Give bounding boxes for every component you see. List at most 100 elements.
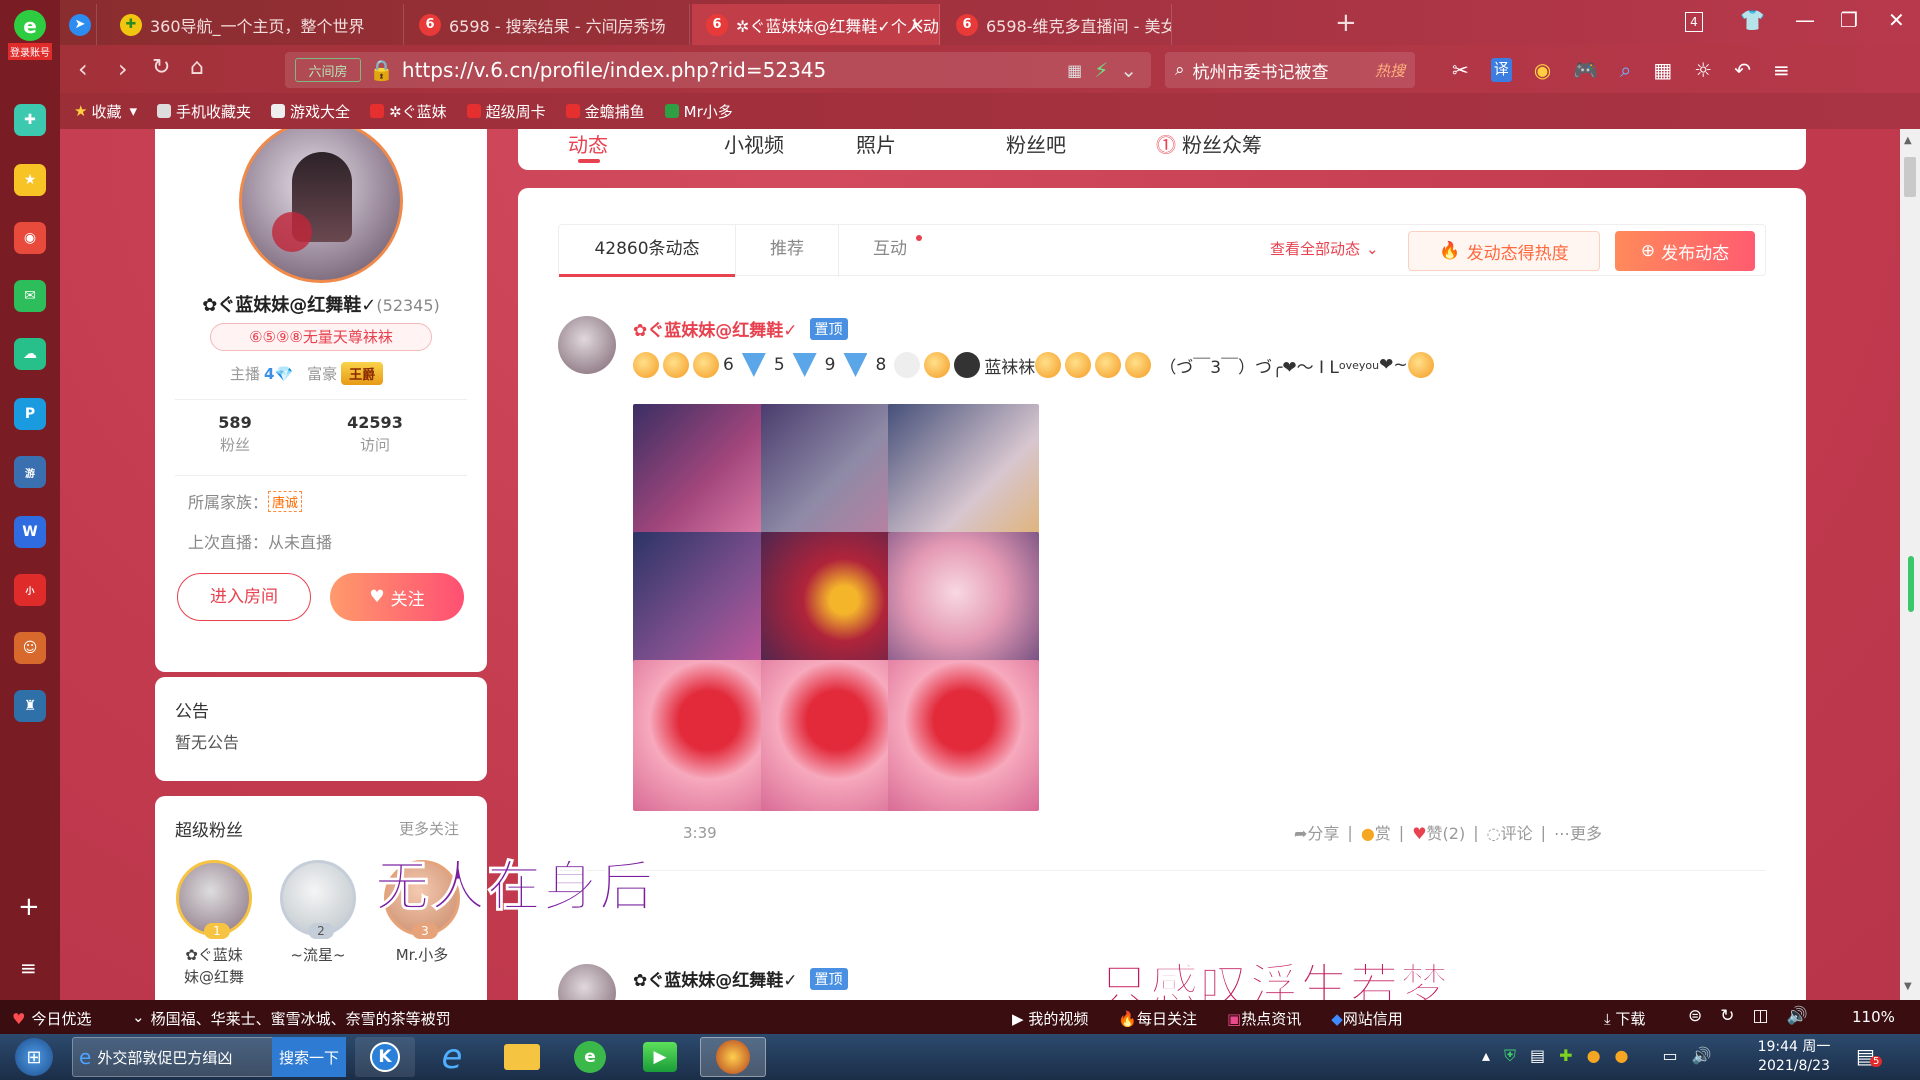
taskbar-game-active[interactable] <box>700 1037 766 1077</box>
shirt-skin-icon[interactable]: 👕 <box>1740 8 1765 32</box>
plus-app-icon[interactable]: ✚ <box>14 104 46 136</box>
more-action[interactable]: ⋯更多 <box>1554 820 1602 844</box>
qr-grid-icon[interactable]: ▦ <box>1067 61 1082 80</box>
coin-icon[interactable]: ◉ <box>1534 58 1551 82</box>
hot-post-button[interactable]: 🔥 发动态得热度 <box>1408 231 1600 271</box>
qq2-icon[interactable]: ● <box>1615 1046 1629 1066</box>
post-author[interactable]: ✿ぐ蓝妹妹@红舞鞋✓ <box>633 316 798 341</box>
family-badge[interactable]: 唐诚 <box>268 490 303 512</box>
publish-button[interactable]: ⊕ 发布动态 <box>1615 231 1755 271</box>
scroll-up-icon[interactable]: ▲ <box>1904 135 1912 146</box>
word-doc-icon[interactable]: W <box>14 516 46 548</box>
feed-tab-all[interactable]: 42860条动态 <box>559 225 735 277</box>
ie-search-input[interactable]: e 外交部敦促巴方缉凶 <box>72 1037 280 1077</box>
home-icon[interactable]: ⌂ <box>190 55 204 80</box>
notification-center[interactable]: ▤ 5 <box>1856 1044 1886 1070</box>
address-bar[interactable]: 六间房 🔒 https://v.6.cn/profile/index.php?r… <box>285 52 1151 88</box>
superfan-2[interactable]: 2 ~流星~ <box>279 860 357 965</box>
refresh-icon[interactable]: ↻ <box>152 55 170 80</box>
tab-profile-active[interactable]: 6 ✲ぐ蓝妹妹@红舞鞋✓个人动态 × <box>692 4 940 45</box>
apps-grid-icon[interactable]: ▦ <box>1653 58 1672 82</box>
taskbar-ie[interactable]: e <box>422 1037 482 1077</box>
login-account-button[interactable]: e 登录账号 <box>8 10 52 60</box>
scroll-down-icon[interactable]: ▼ <box>1904 981 1912 992</box>
lightning-icon[interactable]: ⚡ <box>1094 58 1108 82</box>
tab-crowdfunding[interactable]: ⓵ 粉丝众筹 <box>1156 129 1262 158</box>
video-app-icon[interactable]: 小 <box>14 574 46 606</box>
like-action[interactable]: ♥赞(2) <box>1412 820 1465 844</box>
menu-icon[interactable]: ≡ <box>1773 58 1790 82</box>
refresh-icon[interactable]: ↻ <box>1720 1006 1734 1026</box>
fan-badge[interactable]: ⑥⑤⑨⑧无量天尊袜袜 <box>210 323 432 351</box>
back-icon[interactable]: ‹ <box>78 55 88 83</box>
bookmark-weekcard[interactable]: 超级周卡 <box>466 101 546 122</box>
tab-short-videos[interactable]: 小视频 <box>724 129 784 158</box>
close-tab-icon[interactable]: × <box>910 14 925 35</box>
plus-tray-icon[interactable]: ✚ <box>1559 1046 1572 1066</box>
p-app-icon[interactable]: P <box>14 398 46 430</box>
taskbar-explorer[interactable] <box>492 1037 552 1077</box>
superfan-1[interactable]: 1 ✿ぐ蓝妹 妹@红舞 <box>175 860 253 988</box>
side-slider-handle[interactable] <box>1908 556 1914 612</box>
share-action[interactable]: ➦分享 <box>1294 820 1339 844</box>
tab-nav-icon[interactable]: ➤ <box>65 4 97 45</box>
security-shield-icon[interactable]: ⛨ <box>1504 1046 1516 1066</box>
more-follows-link[interactable]: 更多关注 <box>399 818 459 839</box>
post-image[interactable] <box>888 660 1039 811</box>
tray-expand-icon[interactable]: ▴ <box>1482 1046 1490 1066</box>
bookmark-favorites[interactable]: ★ 收藏 ▾ <box>74 101 137 122</box>
reward-action[interactable]: ●赏 <box>1361 820 1391 844</box>
feed-tab-interact[interactable]: 互动 <box>839 225 941 277</box>
undo-icon[interactable]: ↶ <box>1734 58 1751 82</box>
scissors-icon[interactable]: ✂ <box>1452 58 1469 82</box>
system-clock[interactable]: 19:44 周一 2021/8/23 <box>1752 1038 1836 1076</box>
mail-icon[interactable]: ✉ <box>14 280 46 312</box>
taskbar-app-k[interactable]: K <box>355 1037 415 1077</box>
comment-action[interactable]: ◌评论 <box>1487 820 1533 844</box>
close-window-icon[interactable]: ✕ <box>1888 8 1905 32</box>
scroll-thumb[interactable] <box>1904 157 1916 197</box>
tab-dynamics[interactable]: 动态 <box>568 129 608 158</box>
follow-button[interactable]: ♥ 关注 <box>330 573 464 621</box>
chevron-down-icon[interactable]: ⌄ <box>1120 58 1137 82</box>
gamepad-icon[interactable]: 🎮 <box>1573 58 1598 82</box>
game-app-icon[interactable]: 游 <box>14 456 46 488</box>
download-button[interactable]: ⤓ 下载 <box>1604 1008 1645 1029</box>
new-tab-button[interactable]: + <box>1335 8 1357 38</box>
castle-game-icon[interactable]: ♜ <box>14 690 46 722</box>
sun-brightness-icon[interactable]: ☼ <box>1694 58 1712 82</box>
tab-count-badge[interactable]: 4 <box>1685 12 1703 32</box>
translate-icon[interactable]: 译 <box>1490 58 1512 82</box>
magnifier-icon[interactable]: ⌕ <box>1620 58 1631 82</box>
taskbar-player[interactable]: ▶ <box>630 1037 690 1077</box>
window-icon[interactable]: ◫ <box>1753 1006 1769 1026</box>
start-button[interactable]: ⊞ <box>6 1037 62 1077</box>
game-character-icon[interactable]: ☺ <box>14 632 46 664</box>
visits-stat[interactable]: 42593 访问 <box>325 413 425 455</box>
tab-360nav[interactable]: ✚ 360导航_一个主页，整个世界 <box>106 4 404 45</box>
add-sidebar-icon[interactable]: + <box>18 892 40 922</box>
notepad-icon[interactable]: ▤ <box>1530 1046 1545 1066</box>
news-ticker[interactable]: ⌄ 杨国福、华莱士、蜜雪冰城、奈雪的茶等被罚 <box>132 1008 451 1029</box>
avatar[interactable] <box>239 129 403 283</box>
avatar[interactable] <box>558 316 616 374</box>
search-bar[interactable]: ⌕ 杭州市委书记被查 热搜 <box>1165 52 1415 88</box>
fans-stat[interactable]: 589 粉丝 <box>185 413 285 455</box>
bookmark-fishing[interactable]: 金蟾捕鱼 <box>565 101 645 122</box>
restore-icon[interactable]: ❐ <box>1840 8 1858 32</box>
hot-news-link[interactable]: ▣热点资讯 <box>1227 1008 1301 1029</box>
tab-live-room[interactable]: 6 6598-维克多直播间 - 美女视 <box>942 4 1172 45</box>
devices-icon[interactable]: ⊜ <box>1688 1006 1702 1026</box>
minimize-icon[interactable]: — <box>1795 8 1815 32</box>
cloud-icon[interactable]: ☁ <box>14 338 46 370</box>
enter-room-button[interactable]: 进入房间 <box>177 573 311 621</box>
network-icon[interactable]: ▭ <box>1663 1046 1678 1066</box>
bookmark-mrxiaoduo[interactable]: Mr小多 <box>664 101 733 122</box>
volume-icon[interactable]: 🔊 <box>1692 1046 1712 1066</box>
forward-icon[interactable]: › <box>118 55 128 83</box>
speaker-icon[interactable]: 🔊 <box>1787 1006 1808 1026</box>
search-once-button[interactable]: 搜索一下 <box>272 1037 346 1077</box>
daily-follow-link[interactable]: 🔥每日关注 <box>1118 1008 1197 1029</box>
today-picks[interactable]: ♥ 今日优选 <box>12 1008 91 1029</box>
menu-list-icon[interactable]: ≡ <box>20 956 37 980</box>
